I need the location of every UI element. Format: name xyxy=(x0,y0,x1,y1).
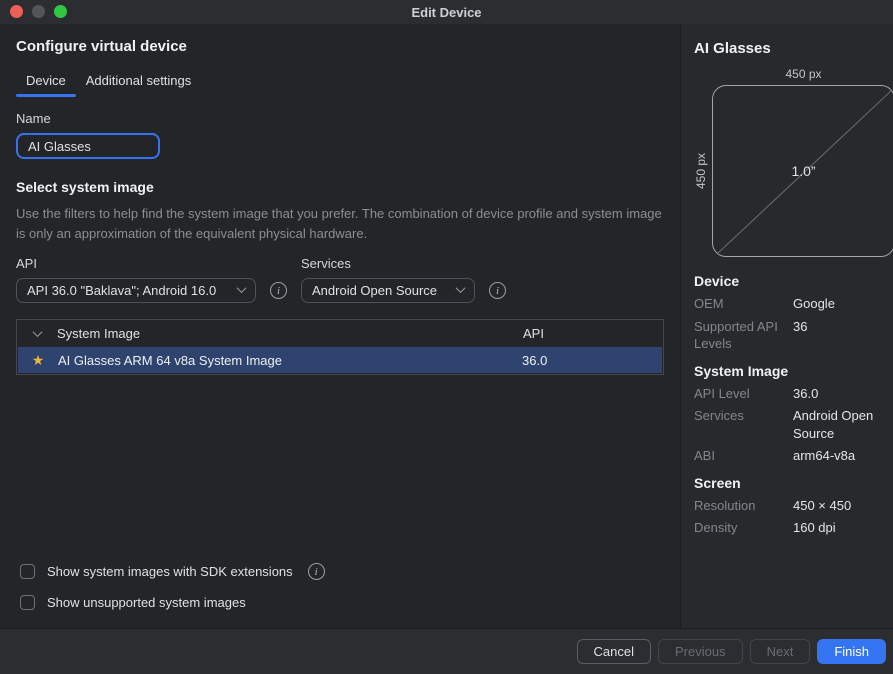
section-system-image-heading: System Image xyxy=(694,363,893,379)
table-header: System Image API xyxy=(17,320,663,347)
next-button: Next xyxy=(750,639,811,664)
info-label: Resolution xyxy=(694,497,789,515)
info-value: Google xyxy=(793,295,893,313)
info-value: 450 × 450 xyxy=(793,497,893,515)
system-image-description: Use the filters to help find the system … xyxy=(16,204,664,244)
screen-preview: 450 px 450 px 1.0” xyxy=(694,67,893,257)
tab-device[interactable]: Device xyxy=(16,69,76,97)
info-label: OEM xyxy=(694,295,789,313)
system-image-table: System Image API ★ AI Glasses ARM 64 v8a… xyxy=(16,319,664,375)
star-icon[interactable]: ★ xyxy=(18,353,58,367)
page-title: Configure virtual device xyxy=(16,38,664,55)
services-dropdown[interactable]: Android Open Source xyxy=(301,278,475,303)
api-dropdown[interactable]: API 36.0 "Baklava"; Android 16.0 xyxy=(16,278,256,303)
tab-bar: Device Additional settings xyxy=(16,69,664,97)
unsupported-images-checkbox[interactable] xyxy=(20,595,35,610)
info-value: Android Open Source xyxy=(793,407,893,442)
services-info-icon[interactable]: i xyxy=(489,282,506,299)
info-label: API Level xyxy=(694,385,789,403)
info-value: 160 dpi xyxy=(793,519,893,537)
select-system-image-heading: Select system image xyxy=(16,179,664,195)
column-header-api[interactable]: API xyxy=(523,326,663,341)
info-label: Density xyxy=(694,519,789,537)
titlebar: Edit Device xyxy=(0,0,893,24)
window-controls xyxy=(10,5,67,18)
tab-additional-settings[interactable]: Additional settings xyxy=(76,69,202,97)
sdk-extensions-info-icon[interactable]: i xyxy=(308,563,325,580)
screen-outline: 1.0” xyxy=(712,85,893,257)
close-window-button[interactable] xyxy=(10,5,23,18)
info-label: Supported API Levels xyxy=(694,318,789,353)
system-image-api: 36.0 xyxy=(522,353,662,368)
device-summary-panel: AI Glasses 450 px 450 px 1.0” Device OE xyxy=(680,24,893,628)
minimize-window-button xyxy=(32,5,45,18)
sdk-extensions-checkbox[interactable] xyxy=(20,564,35,579)
device-info: Device OEM Google Supported API Levels 3… xyxy=(694,273,893,537)
cancel-button[interactable]: Cancel xyxy=(577,639,651,664)
name-input[interactable] xyxy=(16,133,160,159)
screen-diagonal-size: 1.0” xyxy=(713,86,893,256)
name-label: Name xyxy=(16,111,664,126)
zoom-window-button[interactable] xyxy=(54,5,67,18)
sort-chevron-icon[interactable] xyxy=(32,327,42,337)
column-header-system-image[interactable]: System Image xyxy=(57,326,523,341)
window-title: Edit Device xyxy=(411,5,481,20)
info-value: 36.0 xyxy=(793,385,893,403)
api-dropdown-value: API 36.0 "Baklava"; Android 16.0 xyxy=(27,283,228,298)
unsupported-images-label: Show unsupported system images xyxy=(47,595,246,610)
info-value: arm64-v8a xyxy=(793,447,893,465)
services-label: Services xyxy=(301,256,475,271)
screen-height-label: 450 px xyxy=(694,153,712,189)
api-info-icon[interactable]: i xyxy=(270,282,287,299)
main-pane: Configure virtual device Device Addition… xyxy=(0,24,680,628)
section-device-heading: Device xyxy=(694,273,893,289)
edit-device-dialog: Edit Device Configure virtual device Dev… xyxy=(0,0,893,674)
chevron-down-icon xyxy=(456,283,466,293)
dialog-footer: Cancel Previous Next Finish xyxy=(0,628,893,674)
checkbox-group: Show system images with SDK extensions i… xyxy=(16,563,664,614)
table-row-selected[interactable]: ★ AI Glasses ARM 64 v8a System Image 36.… xyxy=(18,347,662,373)
device-name-heading: AI Glasses xyxy=(694,40,893,57)
filter-row: API API 36.0 "Baklava"; Android 16.0 i S… xyxy=(16,256,664,303)
previous-button: Previous xyxy=(658,639,743,664)
info-value: 36 xyxy=(793,318,893,353)
sdk-extensions-label: Show system images with SDK extensions xyxy=(47,564,293,579)
info-label: Services xyxy=(694,407,789,442)
section-screen-heading: Screen xyxy=(694,475,893,491)
info-label: ABI xyxy=(694,447,789,465)
finish-button[interactable]: Finish xyxy=(817,639,886,664)
services-dropdown-value: Android Open Source xyxy=(312,283,447,298)
system-image-name: AI Glasses ARM 64 v8a System Image xyxy=(58,353,522,368)
chevron-down-icon xyxy=(237,283,247,293)
api-label: API xyxy=(16,256,256,271)
screen-width-label: 450 px xyxy=(712,67,893,81)
